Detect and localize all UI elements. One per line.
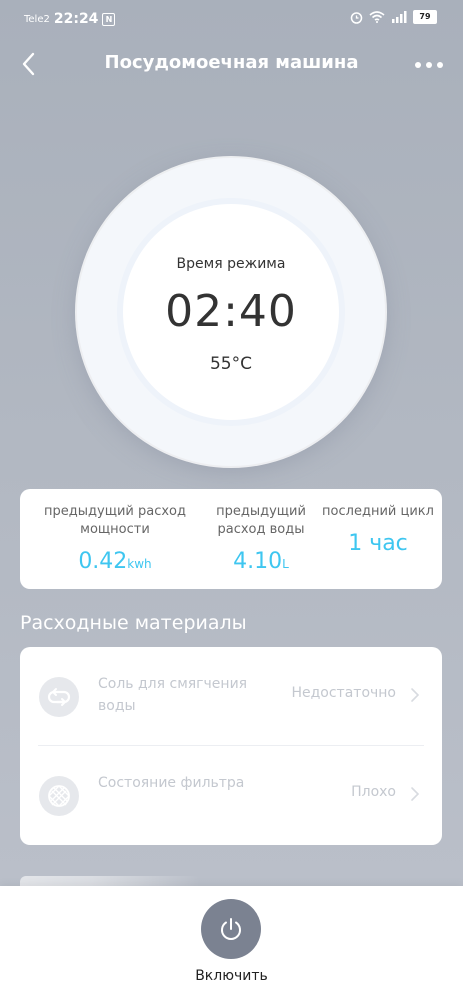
stat-power-number: 0.42 [78,549,128,574]
status-bar: Tele2 22:24 N 79 [0,0,463,36]
page-title: Посудомоечная машина [104,52,359,73]
mode-dial: Время режима 02:40 55°C [77,158,385,466]
status-right: 79 [350,10,437,24]
power-button[interactable] [201,899,261,959]
power-label: Включить [195,968,268,984]
consumable-filter-row[interactable]: Состояние фильтра Плохо [20,746,442,844]
power-icon [221,918,241,940]
mode-time-value: 02:40 [165,286,297,337]
mode-dial-inner: Время режима 02:40 55°C [123,204,339,420]
stat-cycle: последний цикл 1 час [316,503,440,556]
stat-cycle-label: последний цикл [322,504,434,519]
stat-water: предыдущий расход воды 4.10L [196,503,326,574]
stat-power-value: 0.42kwh [40,549,190,574]
dot [415,62,421,68]
header: Посудомоечная машина [0,44,463,84]
stat-power-label: предыдущий расход мощности [44,504,186,537]
chevron-right-icon [411,787,420,801]
stats-card: предыдущий расход мощности 0.42kwh преды… [20,489,442,589]
carrier-name: Tele2 [24,13,50,25]
stat-power: предыдущий расход мощности 0.42kwh [40,503,190,574]
nfc-icon: N [102,12,116,26]
battery-icon: 79 [413,10,437,24]
stat-water-number: 4.10 [233,549,283,574]
dot [426,62,432,68]
filter-icon [39,776,79,816]
stat-water-unit: L [282,557,289,571]
stat-water-value: 4.10L [196,549,326,574]
more-options-icon[interactable] [415,62,443,68]
alarm-icon [350,11,363,24]
chevron-right-icon [411,688,420,702]
salt-icon [39,677,79,717]
stat-power-unit: kwh [127,557,152,571]
stat-cycle-value: 1 час [316,531,440,556]
consumable-salt-row[interactable]: Соль для смягчения воды Недостаточно [20,647,442,745]
wifi-icon [369,11,385,23]
dot [437,62,443,68]
stat-cycle-number: 1 час [348,531,408,556]
consumables-title: Расходные материалы [20,612,247,634]
salt-status: Недостаточно [291,685,396,701]
temperature-value: 55°C [209,354,252,374]
filter-status: Плохо [351,784,396,800]
filter-label: Состояние фильтра [98,775,245,791]
bottom-bar: Включить [0,886,463,1000]
signal-icon [392,11,407,23]
status-clock: 22:24 [53,11,99,27]
stat-water-label: предыдущий расход воды [216,504,306,537]
consumables-card: Соль для смягчения воды Недостаточно Сос… [20,647,442,845]
salt-label: Соль для смягчения воды [98,676,248,714]
status-left: Tele2 22:24 N [24,11,116,27]
mode-time-label: Время режима [176,256,286,272]
